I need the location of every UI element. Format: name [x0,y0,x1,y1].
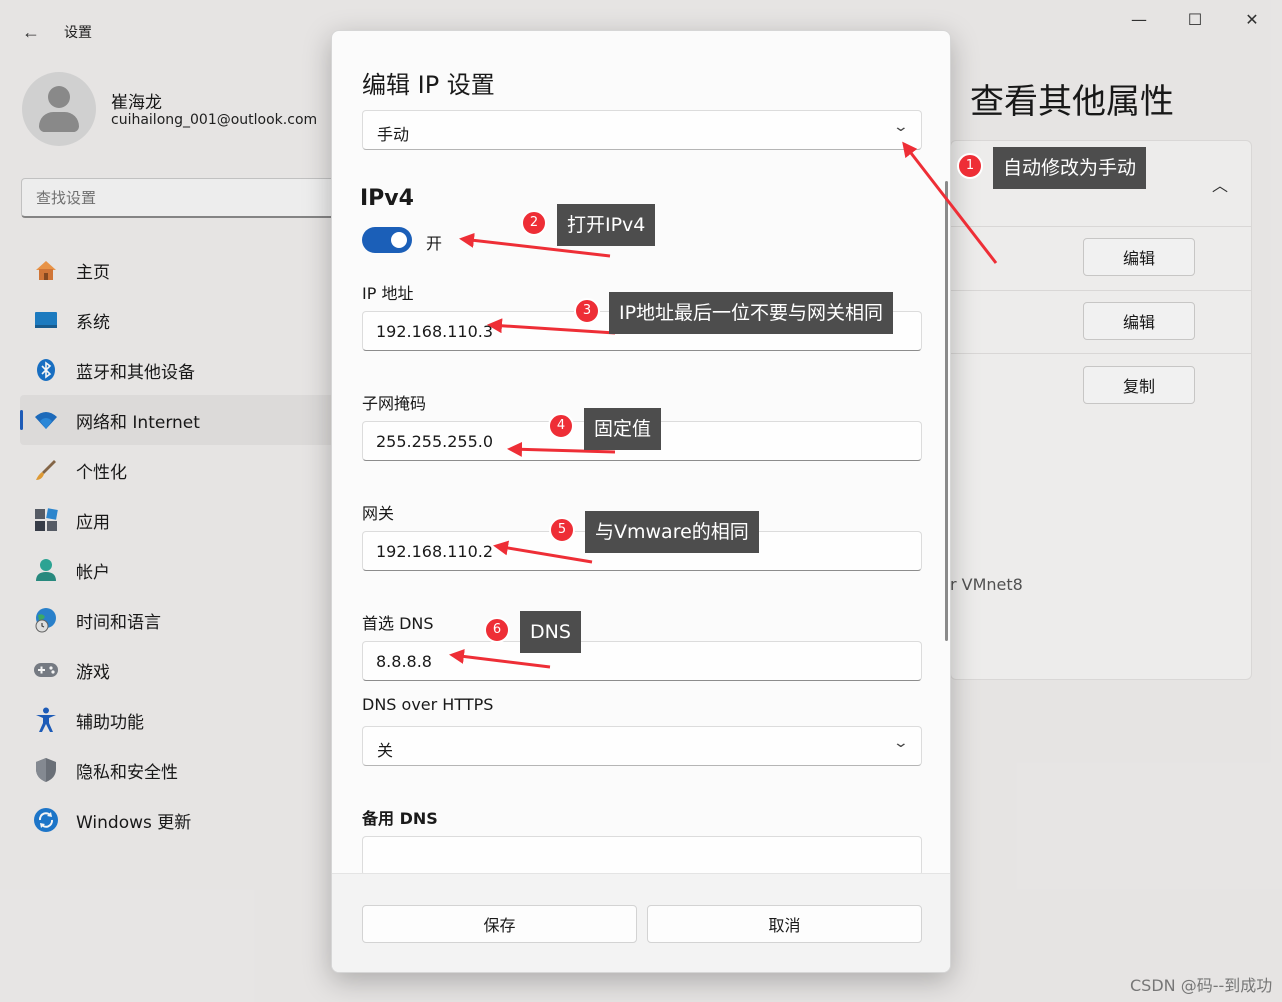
alternate-dns-field [362,836,922,876]
dialog-footer: 保存 取消 [332,873,950,972]
preferred-dns-field [362,641,922,681]
annotation-badge: 1 [957,153,983,179]
annotation-badge: 6 [484,617,510,643]
dialog-scrollbar[interactable] [945,181,948,641]
ipv4-toggle-label: 开 [426,234,443,253]
ipv4-toggle[interactable] [362,227,412,253]
dns-over-https-value: 关 [377,741,394,760]
ipv4-heading: IPv4 [360,186,414,211]
annotation-callout: 与Vmware的相同 [585,511,759,553]
annotation-callout: 打开IPv4 [557,204,656,246]
annotation-callout: DNS [520,611,581,653]
annotation-badge: 2 [521,210,547,236]
ip-address-label: IP 地址 [362,284,414,303]
save-button[interactable]: 保存 [362,905,637,943]
alternate-dns-label: 备用 DNS [362,809,438,828]
preferred-dns-input[interactable] [363,642,921,680]
alternate-dns-input[interactable] [363,837,921,875]
dns-over-https-label: DNS over HTTPS [362,695,494,714]
dns-over-https-select[interactable]: 关 ⌄ [362,726,922,766]
annotation-badge: 5 [549,517,575,543]
annotation-badge: 4 [548,413,574,439]
chevron-down-icon: ⌄ [892,735,910,751]
ip-mode-select[interactable]: 手动 ⌄ [362,110,922,150]
ip-mode-value: 手动 [377,125,410,144]
dialog-title: 编辑 IP 设置 [362,71,495,99]
chevron-down-icon: ⌄ [892,119,910,135]
toggle-knob [391,232,407,248]
gateway-label: 网关 [362,504,395,523]
cancel-button[interactable]: 取消 [647,905,922,943]
preferred-dns-label: 首选 DNS [362,614,434,633]
annotation-callout: IP地址最后一位不要与网关相同 [609,292,894,334]
annotation-badge: 3 [574,298,600,324]
subnet-mask-label: 子网掩码 [362,394,427,413]
edit-ip-dialog: 编辑 IP 设置 手动 ⌄ IPv4 开 IP 地址 子网掩码 网关 首选 DN… [331,30,951,973]
annotation-callout: 固定值 [584,408,662,450]
annotation-callout: 自动修改为手动 [993,147,1147,189]
watermark: CSDN @码--到成功 [1130,976,1273,995]
